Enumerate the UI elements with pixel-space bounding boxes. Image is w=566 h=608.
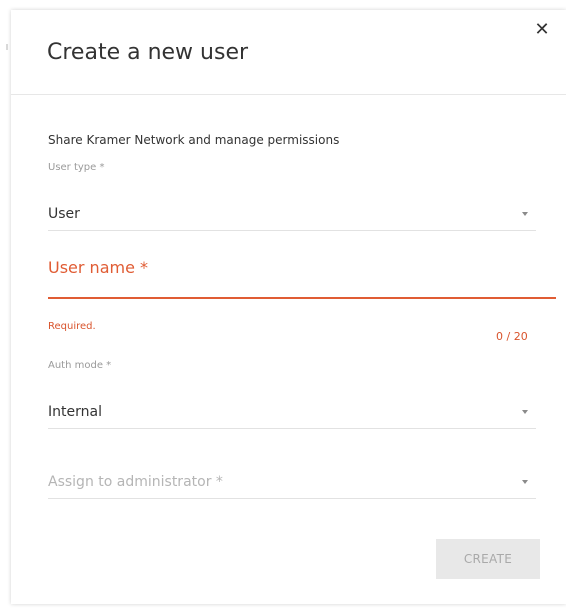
dialog-title: Create a new user <box>47 40 249 65</box>
chevron-down-icon <box>522 410 528 414</box>
chevron-down-icon <box>522 212 528 216</box>
chevron-down-icon <box>522 480 528 484</box>
auth-mode-value: Internal <box>48 404 102 420</box>
assign-administrator-placeholder: Assign to administrator * <box>48 474 223 490</box>
auth-mode-label: Auth mode * <box>48 360 112 371</box>
page: Create a new user ✕ Share Kramer Network… <box>0 0 566 608</box>
user-name-error: Required. <box>48 321 96 332</box>
user-type-value: User <box>48 206 80 222</box>
background-fragment <box>6 44 8 50</box>
user-name-label: User name * <box>48 258 149 277</box>
create-user-dialog: Create a new user ✕ Share Kramer Network… <box>11 10 566 604</box>
assign-administrator-select[interactable]: Assign to administrator * <box>48 468 536 499</box>
user-name-input[interactable]: User name * <box>48 254 556 299</box>
user-name-char-counter: 0 / 20 <box>496 330 528 343</box>
user-type-label: User type * <box>48 162 105 173</box>
close-icon: ✕ <box>534 19 550 40</box>
create-button[interactable]: CREATE <box>436 539 540 579</box>
close-button[interactable]: ✕ <box>530 18 554 42</box>
auth-mode-select[interactable]: Internal <box>48 398 536 429</box>
dialog-header: Create a new user <box>11 10 566 95</box>
user-type-select[interactable]: User <box>48 200 536 231</box>
intro-text: Share Kramer Network and manage permissi… <box>48 133 340 147</box>
